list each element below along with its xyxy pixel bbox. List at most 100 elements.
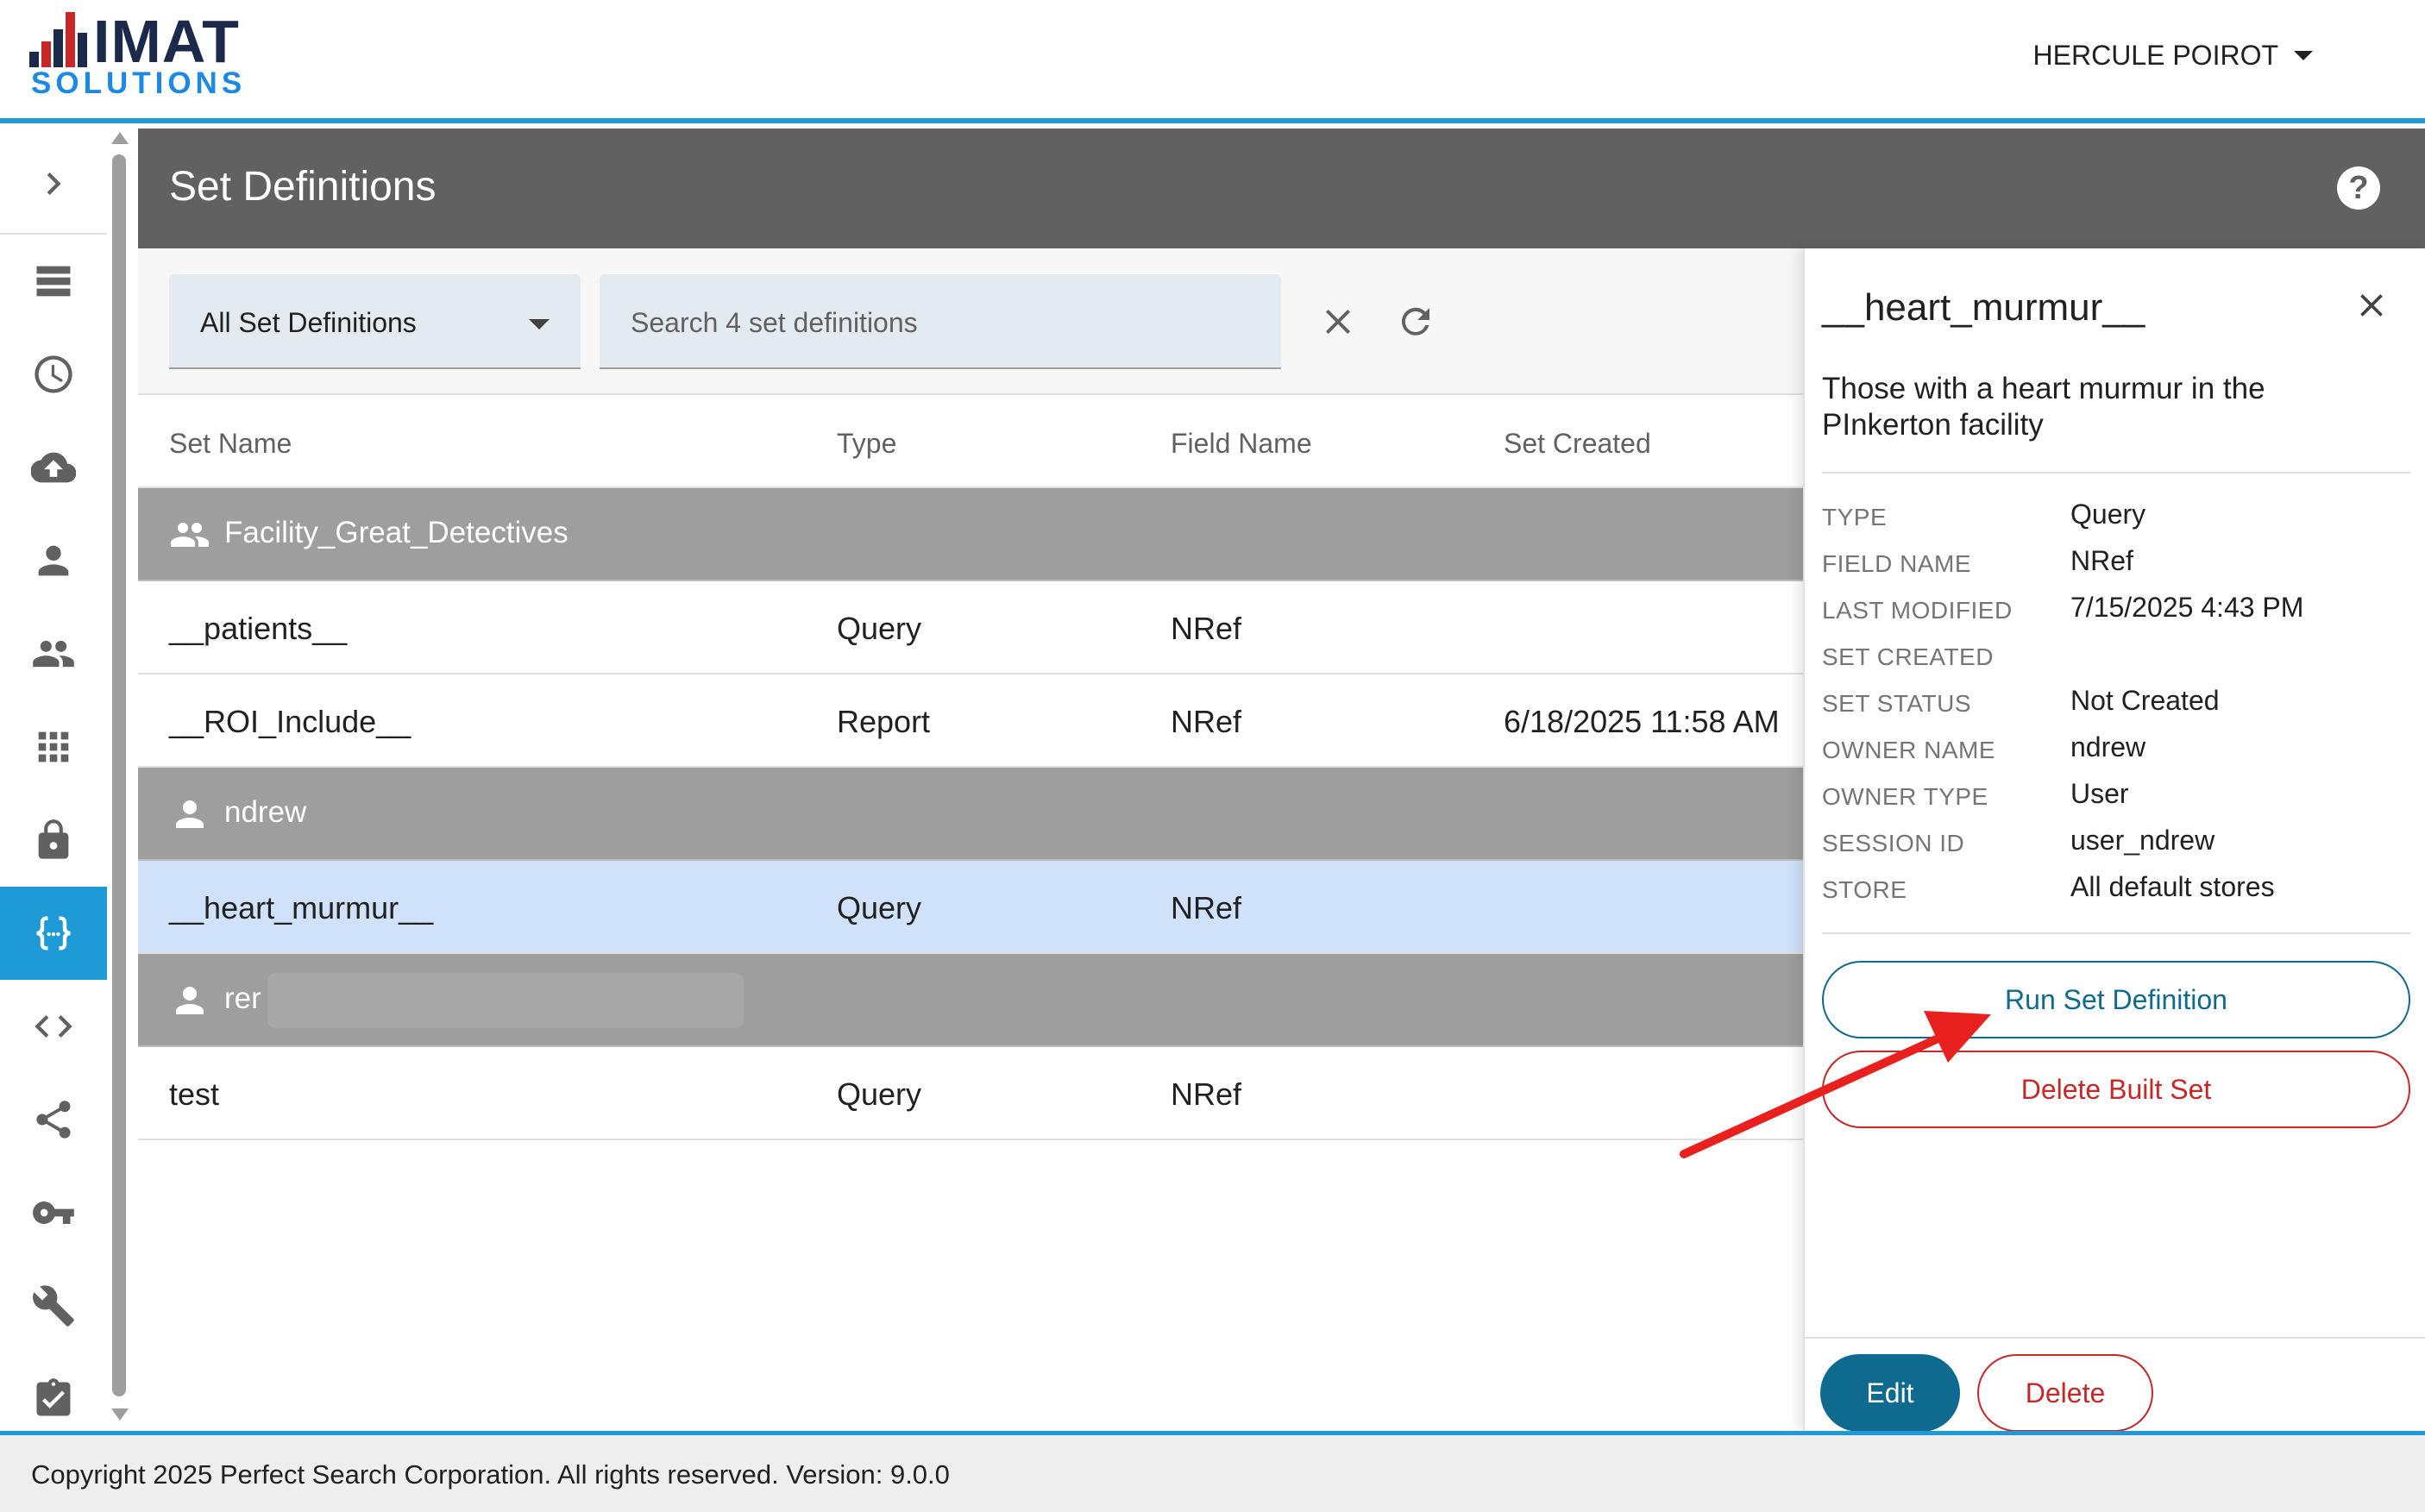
nav-item-list[interactable] [0,235,107,328]
prop-value: NRef [2070,545,2133,576]
prop-value: User [2070,778,2129,809]
prop-field-name: FIELD NAME NRef [1822,545,2409,592]
cell-field-name: NRef [1171,1076,1242,1112]
cell-set-name: __patients__ [169,611,348,646]
set-filter-value: All Set Definitions [200,307,417,338]
top-app-bar: IMAT SOLUTIONS HERCULE POIROT [0,0,2425,123]
code-icon [35,1015,72,1038]
page-footer: Copyright 2025 Perfect Search Corporatio… [0,1431,2425,1512]
cell-type: Report [837,704,931,739]
table-row[interactable]: __ROI_Include__ Report NRef 6/18/2025 11… [138,674,1805,768]
column-header-type[interactable]: Type [837,428,896,460]
person-icon [38,545,69,576]
close-icon [2360,294,2383,317]
copyright-text: Copyright 2025 Perfect Search Corporatio… [31,1459,950,1490]
imat-solutions-logo[interactable]: IMAT SOLUTIONS [29,8,271,102]
caret-down-icon [2294,51,2313,60]
prop-session-id: SESSION ID user_ndrew [1822,825,2409,871]
nav-item-security[interactable] [0,794,107,887]
table-row-selected[interactable]: __heart_murmur__ Query NRef [138,861,1805,954]
nav-item-history[interactable] [0,328,107,421]
redaction-mask [267,973,744,1028]
prop-key: SESSION ID [1822,830,1965,856]
prop-key: STORE [1822,876,1907,903]
people-icon [169,518,210,552]
close-panel-button[interactable] [2353,286,2390,324]
search-placeholder: Search 4 set definitions [631,307,918,338]
group-label: Facility_Great_Detectives [224,516,569,549]
edit-button[interactable]: Edit [1820,1354,1960,1432]
column-header-set-name[interactable]: Set Name [169,428,292,460]
set-filter-select[interactable]: All Set Definitions [169,274,581,369]
cell-type: Query [837,890,922,925]
nav-item-upload[interactable] [0,421,107,514]
nav-item-tools[interactable] [0,1259,107,1352]
people-icon [33,640,74,668]
rail-scroll-down-arrow[interactable] [111,1408,129,1421]
logo-word-imat: IMAT [93,8,240,75]
nav-item-groups[interactable] [0,607,107,700]
prop-key: OWNER TYPE [1822,783,1988,810]
cell-field-name: NRef [1171,704,1242,739]
search-input[interactable]: Search 4 set definitions [600,274,1281,369]
expand-nav-button[interactable] [0,137,107,230]
group-row[interactable]: rer [138,954,1805,1047]
rail-scroll-up-arrow[interactable] [111,132,129,144]
prop-owner-name: OWNER NAME ndrew [1822,731,2409,778]
nav-item-share[interactable] [0,1073,107,1166]
user-menu[interactable]: HERCULE POIROT [2033,40,2313,72]
group-label: ndrew [224,795,307,829]
list-icon [36,266,71,297]
group-row[interactable]: ndrew [138,768,1805,861]
nav-item-apps[interactable] [0,700,107,794]
run-set-definition-button[interactable]: Run Set Definition [1822,961,2410,1038]
detail-panel-footer: Edit Delete [1805,1337,2425,1432]
assignment-check-icon [36,1378,71,1416]
prop-value: 7/15/2025 4:43 PM [2070,592,2304,623]
close-icon [1326,310,1350,334]
prop-key: TYPE [1822,504,1888,530]
nav-item-code[interactable] [0,980,107,1073]
cell-field-name: NRef [1171,611,1242,646]
person-icon [169,983,210,1018]
cloud-upload-icon [31,452,76,483]
prop-value: ndrew [2070,731,2146,762]
cell-set-created: 6/18/2025 11:58 AM [1504,704,1780,739]
clear-search-button[interactable] [1316,300,1360,343]
nav-item-set-definitions[interactable] [0,887,107,980]
cell-field-name: NRef [1171,890,1242,925]
cell-type: Query [837,611,922,646]
table-header: Set Name Type Field Name Set Created [138,397,1805,488]
clock-icon [35,355,72,393]
cell-type: Query [837,1076,922,1112]
table-row[interactable]: test Query NRef [138,1047,1805,1140]
group-row[interactable]: Facility_Great_Detectives [138,488,1805,581]
prop-key: SET STATUS [1822,690,1972,717]
prop-set-created: SET CREATED [1822,638,2409,685]
prop-key: OWNER NAME [1822,737,1995,763]
refresh-button[interactable] [1394,300,1437,343]
prop-value: Not Created [2070,685,2220,716]
share-icon [36,1101,71,1139]
detail-title: __heart_murmur__ [1822,286,2145,329]
nav-item-user[interactable] [0,514,107,607]
lock-icon [38,819,69,859]
prop-value: Query [2070,499,2146,530]
table-row[interactable]: __patients__ Query NRef [138,581,1805,674]
prop-value: user_ndrew [2070,825,2215,856]
prop-key: SET CREATED [1822,643,1994,670]
rail-scrollbar[interactable] [112,154,126,1396]
column-header-field-name[interactable]: Field Name [1171,428,1312,460]
caret-down-icon [529,319,550,329]
refresh-icon [1401,307,1429,336]
help-circle-icon[interactable]: ? [2337,166,2380,210]
cell-set-name: test [169,1076,220,1112]
delete-button[interactable]: Delete [1977,1354,2153,1432]
nav-item-keys[interactable] [0,1166,107,1259]
cell-set-name: __heart_murmur__ [169,890,434,925]
column-header-set-created[interactable]: Set Created [1504,428,1651,460]
prop-value: All default stores [2070,871,2275,902]
set-detail-panel: __heart_murmur__ Those with a heart murm… [1803,248,2425,1432]
wrench-icon [33,1285,74,1327]
delete-built-set-button[interactable]: Delete Built Set [1822,1051,2410,1128]
